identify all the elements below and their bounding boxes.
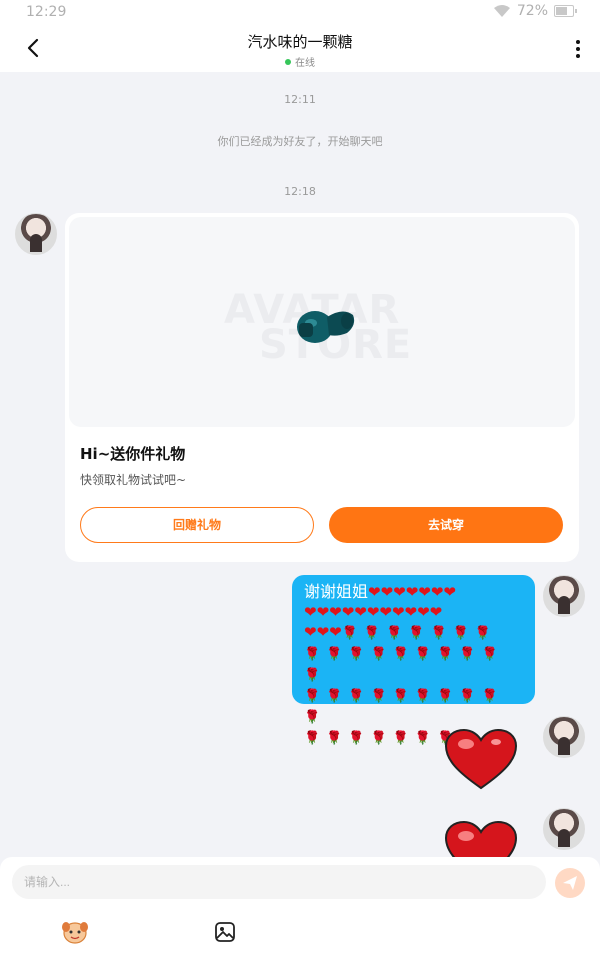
status-icons: 72%	[493, 3, 577, 19]
heart-emoji-row: ❤❤❤❤❤❤❤❤❤❤❤	[304, 603, 443, 621]
image-picker-button[interactable]	[210, 917, 240, 947]
system-notice: 你们已经成为好友了，开始聊天吧	[217, 135, 383, 148]
image-icon	[215, 922, 235, 942]
message-text: 谢谢姐姐	[304, 582, 369, 601]
heart-sticker-icon[interactable]	[444, 728, 518, 790]
more-options-icon[interactable]	[574, 38, 582, 58]
chat-title: 汽水味的一颗糖	[247, 33, 353, 51]
gift-card-subtitle: 快领取礼物试试吧~	[80, 473, 187, 487]
gift-card-title: Hi~送你件礼物	[80, 445, 186, 463]
online-status: 在线	[0, 54, 600, 69]
message-timestamp: 12:11	[284, 93, 316, 106]
heart-emoji-row: ❤❤❤❤❤❤❤	[368, 583, 456, 601]
battery-percent: 72%	[516, 3, 548, 19]
rose-emoji-row: 🌹🌹🌹🌹🌹🌹🌹🌹🌹🌹	[304, 647, 504, 683]
my-avatar[interactable]	[543, 808, 585, 850]
composer-bar	[0, 857, 600, 960]
send-icon	[563, 876, 577, 890]
try-on-button[interactable]: 去试穿	[329, 507, 563, 543]
gift-preview-image[interactable]: AVATAR STORE	[69, 217, 575, 427]
chat-header: 汽水味的一颗糖 在线	[0, 24, 600, 72]
heart-emoji-row: ❤❤❤	[304, 623, 342, 641]
rose-emoji-row: 🌹🌹🌹🌹🌹🌹🌹	[341, 626, 498, 641]
sticker-face-icon	[62, 922, 88, 944]
online-dot-icon	[285, 58, 291, 65]
message-text-block: 谢谢姐姐❤❤❤❤❤❤❤ ❤❤❤❤❤❤❤❤❤❤❤ ❤❤❤🌹🌹🌹🌹🌹🌹🌹 🌹🌹🌹🌹🌹…	[304, 582, 525, 748]
status-bar: 12:29 72%	[0, 0, 600, 24]
friend-avatar[interactable]	[15, 213, 57, 255]
sticker-button[interactable]	[60, 917, 90, 947]
return-gift-button[interactable]: 回赠礼物	[80, 507, 314, 543]
rose-emoji-row: 🌹🌹🌹🌹🌹🌹🌹🌹🌹🌹	[304, 689, 504, 725]
my-avatar[interactable]	[543, 575, 585, 617]
header-title-block: 汽水味的一颗糖 在线	[0, 31, 600, 69]
gift-card: AVATAR STORE Hi~送你件礼物 快领取礼物试试吧~ 回赠礼物 去试穿	[65, 213, 579, 562]
pacifier-gift-icon	[297, 311, 355, 343]
message-timestamp: 12:18	[284, 185, 316, 198]
send-button[interactable]	[555, 868, 585, 898]
battery-icon	[554, 5, 577, 17]
message-input[interactable]	[12, 865, 546, 899]
heart-sticker-icon[interactable]	[444, 820, 518, 860]
wifi-icon	[493, 5, 510, 17]
my-avatar[interactable]	[543, 716, 585, 758]
online-status-label: 在线	[295, 58, 315, 69]
outgoing-message-bubble[interactable]: 谢谢姐姐❤❤❤❤❤❤❤ ❤❤❤❤❤❤❤❤❤❤❤ ❤❤❤🌹🌹🌹🌹🌹🌹🌹 🌹🌹🌹🌹🌹…	[292, 575, 535, 746]
status-time: 12:29	[26, 4, 67, 20]
